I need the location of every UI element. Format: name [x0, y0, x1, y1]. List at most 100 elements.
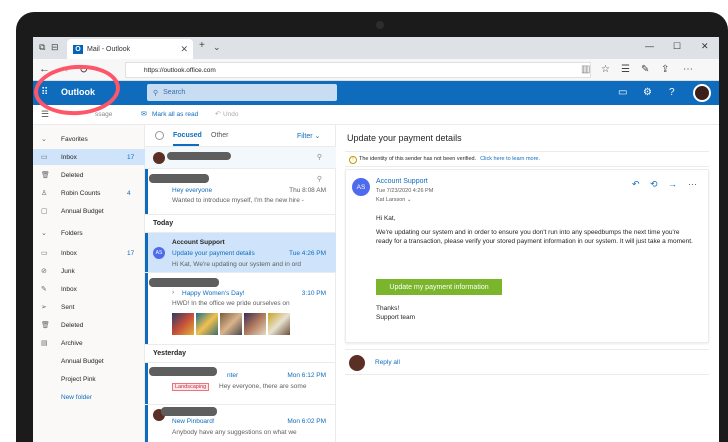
- search-box[interactable]: ⚲ Search: [147, 84, 337, 101]
- unread-bar: [145, 405, 148, 442]
- maximize-icon[interactable]: ☐: [673, 41, 681, 52]
- tab-preview-icon[interactable]: ⊟: [51, 42, 59, 53]
- reading-view-icon[interactable]: ▥: [581, 64, 590, 75]
- list-item[interactable]: ⚲ Hey everyone Thu 8:08 AM Wanted to int…: [145, 169, 336, 215]
- sidebar-item-archive[interactable]: ▤ Archive: [33, 335, 145, 351]
- forward-icon[interactable]: →: [668, 179, 677, 189]
- list-tabs: Focused Other Filter ⌄: [145, 125, 336, 147]
- new-message-label[interactable]: ssage: [95, 111, 112, 118]
- attachment-thumbnail[interactable]: [196, 313, 218, 335]
- trash-icon: 🗑: [41, 322, 50, 329]
- group-header-today: Today: [145, 215, 336, 233]
- screen: ⧉ ⊟ O Mail - Outlook ✕ + ⌄ — ☐ ✕ ← → ↻ 🔒…: [33, 37, 719, 442]
- window-close-icon[interactable]: ✕: [701, 41, 709, 52]
- sidebar-item-deleted[interactable]: 🗑 Deleted: [33, 167, 145, 183]
- address-bar: ← → ↻ 🔒 https://outlook.office.com ▥ ☆ ☰…: [33, 59, 719, 81]
- chevron-down-icon[interactable]: ⌄: [213, 42, 221, 53]
- item-subject: Hey everyone: [172, 187, 213, 194]
- sidebar-item-inbox[interactable]: ▭ Inbox 17: [33, 149, 145, 165]
- url-field[interactable]: https://outlook.office.com: [125, 62, 591, 78]
- item-time: Thu 8:08 AM: [289, 187, 326, 194]
- search-icon: ⚲: [153, 89, 159, 97]
- sidebar-item-project-pink[interactable]: Project Pink: [33, 371, 145, 387]
- new-folder-link[interactable]: New folder: [33, 389, 145, 405]
- pin-icon[interactable]: ⚲: [317, 175, 322, 183]
- list-item[interactable]: nter Mon 6:12 PM Landscaping Hey everyon…: [145, 363, 336, 405]
- help-icon[interactable]: ?: [669, 87, 675, 98]
- sidebar-item-deleted-folder[interactable]: 🗑 Deleted: [33, 317, 145, 333]
- filter-label: Filter: [297, 133, 313, 140]
- undo-button[interactable]: Undo: [223, 111, 239, 118]
- list-item[interactable]: › Happy Women's Day! 3:10 PM HWD! In the…: [145, 273, 336, 345]
- reading-pane: Update your payment details ! The identi…: [337, 125, 719, 442]
- outlook-header: ⠿ Outlook ⚲ Search ▭ ⚙ ?: [33, 81, 719, 105]
- update-payment-button[interactable]: Update my payment information: [376, 279, 502, 295]
- sender-name[interactable]: Account Support: [376, 178, 428, 185]
- attachment-thumbnail[interactable]: [244, 313, 266, 335]
- select-all-checkbox[interactable]: [155, 131, 164, 140]
- item-from: Account Support: [172, 239, 225, 246]
- chevron-right-icon: ›: [172, 289, 175, 296]
- reply-all-button[interactable]: Reply all: [375, 359, 400, 366]
- teams-chat-icon[interactable]: ▭: [618, 87, 627, 98]
- sender-avatar[interactable]: AS: [352, 178, 370, 196]
- close-icon[interactable]: ✕: [180, 44, 193, 55]
- reply-icon[interactable]: ↶: [632, 179, 640, 190]
- more-icon[interactable]: ⋯: [683, 64, 693, 75]
- pin-icon[interactable]: ⚲: [317, 153, 322, 161]
- browser-tab-mail[interactable]: O Mail - Outlook ✕: [67, 39, 193, 59]
- unread-bar: [145, 169, 148, 214]
- settings-gear-icon[interactable]: ⚙: [643, 87, 652, 98]
- item-preview: HWD! In the office we pride ourselves on: [172, 300, 290, 307]
- pen-icon[interactable]: ✎: [641, 64, 649, 75]
- favorites-list-icon[interactable]: ☰: [621, 64, 630, 75]
- favorites-header[interactable]: ⌄ Favorites: [33, 131, 145, 147]
- learn-more-link[interactable]: Click here to learn more.: [480, 156, 540, 162]
- redaction-scribble: [167, 152, 231, 160]
- chevron-down-icon: ⌄: [41, 230, 47, 237]
- item-time: 3:10 PM: [301, 290, 326, 297]
- inbox-icon: ▭: [41, 250, 48, 257]
- list-item[interactable]: ⚲: [145, 147, 336, 169]
- minimize-icon[interactable]: —: [645, 41, 654, 51]
- mark-all-read-button[interactable]: Mark all as read: [152, 111, 198, 118]
- sidebar-item-sent[interactable]: ➢ Sent: [33, 299, 145, 315]
- chevron-down-icon[interactable]: ⌄: [407, 197, 412, 203]
- sidebar-item-annual-budget-folder[interactable]: Annual Budget: [33, 353, 145, 369]
- sidebar-item-junk[interactable]: ⊘ Junk: [33, 263, 145, 279]
- email-recipient: Kat Larsson ⌄: [376, 197, 412, 203]
- warning-text: The identity of this sender has not been…: [359, 156, 477, 162]
- sidebar-item-inbox-folder[interactable]: ▭ Inbox 17: [33, 245, 145, 261]
- item-time: Mon 6:12 PM: [287, 372, 326, 379]
- avatar[interactable]: [693, 84, 711, 102]
- tab-actions-icon[interactable]: ⧉: [39, 42, 45, 53]
- folders-header[interactable]: ⌄ Folders: [33, 225, 145, 241]
- list-item[interactable]: New Pinboard! Mon 6:02 PM Anybody have a…: [145, 405, 336, 442]
- attachment-thumbnail[interactable]: [268, 313, 290, 335]
- list-item-selected[interactable]: AS Account Support Update your payment d…: [145, 233, 336, 273]
- attachment-thumbnail[interactable]: [220, 313, 242, 335]
- chevron-down-icon: ⌄: [41, 136, 47, 143]
- hamburger-menu-icon[interactable]: ☰: [41, 109, 49, 120]
- share-icon[interactable]: ⇪: [661, 64, 669, 75]
- item-time: Tue 4:26 PM: [289, 250, 326, 257]
- reply-all-icon[interactable]: ⟲: [650, 179, 658, 190]
- item-preview: Hey everyone, there are some: [219, 383, 307, 390]
- email-signature: Support team: [376, 314, 416, 321]
- email-thanks: Thanks!: [376, 305, 400, 312]
- sidebar-item-robin-counts[interactable]: ♙ Robin Counts 4: [33, 185, 145, 201]
- category-tag: Landscaping: [172, 383, 210, 391]
- item-subject: Happy Women's Day!: [182, 290, 245, 297]
- warning-icon: !: [349, 156, 357, 164]
- tab-title: Mail - Outlook: [87, 45, 131, 53]
- filter-button[interactable]: Filter ⌄: [297, 132, 320, 140]
- sidebar-item-inbox-drafts[interactable]: ✎ Inbox: [33, 281, 145, 297]
- avatar: AS: [153, 247, 165, 259]
- tab-focused[interactable]: Focused: [173, 132, 202, 139]
- sidebar-item-annual-budget[interactable]: ▢ Annual Budget: [33, 203, 145, 219]
- tab-other[interactable]: Other: [211, 132, 229, 139]
- attachment-thumbnail[interactable]: [172, 313, 194, 335]
- more-actions-icon[interactable]: ⋯: [688, 179, 697, 190]
- favorite-star-icon[interactable]: ☆: [601, 64, 610, 75]
- new-tab-icon[interactable]: +: [199, 40, 205, 51]
